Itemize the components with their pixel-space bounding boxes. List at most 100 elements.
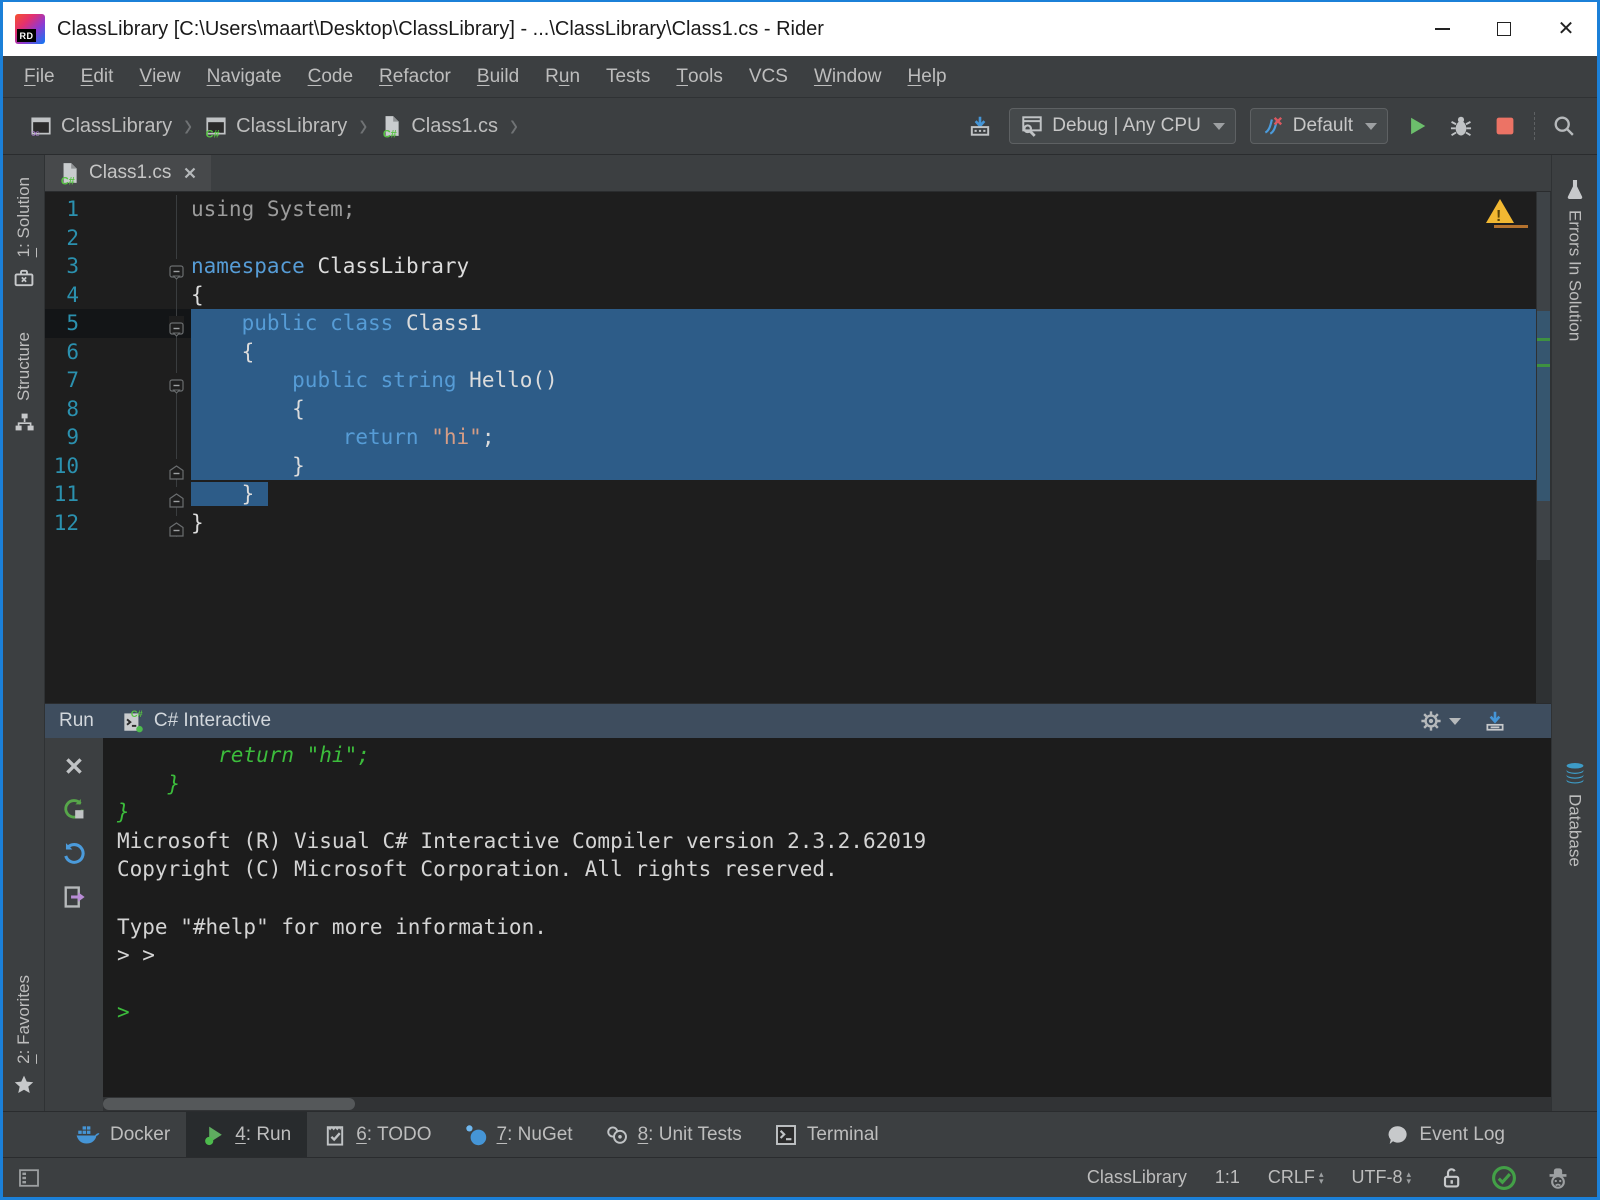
fold-start-icon[interactable] [169, 373, 184, 388]
stop-button[interactable] [1490, 111, 1520, 141]
editor-line: 3namespace ClassLibrary [45, 252, 1536, 281]
status-bar-widgets: ClassLibrary 1:1 CRLF ▴▾ UTF-8 ▴▾ [1087, 1165, 1571, 1191]
breadcrumb-item[interactable]: C#Class1.cs [375, 112, 502, 140]
code-line-text: } [191, 509, 1536, 538]
fold-end-icon[interactable] [169, 459, 184, 474]
console-horizontal-scrollbar[interactable] [45, 1097, 1551, 1111]
updown-icon: ▴▾ [1406, 1171, 1411, 1185]
fold-start-icon[interactable] [169, 316, 184, 331]
editor-line: 8 { [45, 395, 1536, 424]
hide-panel-icon[interactable] [1483, 709, 1507, 733]
breadcrumb-separator: › [178, 106, 198, 145]
editor-line: 6 { [45, 338, 1536, 367]
caret-position-widget[interactable]: 1:1 [1215, 1167, 1240, 1188]
nuget-restore-button[interactable] [965, 111, 995, 141]
settings-gear-icon[interactable] [1419, 709, 1443, 733]
run-button[interactable] [1402, 111, 1432, 141]
menu-file[interactable]: File [11, 56, 68, 97]
toolwindow-button-terminal[interactable]: Terminal [758, 1112, 895, 1157]
toolwindow-button-structure[interactable]: Structure [12, 332, 36, 434]
menu-tests[interactable]: Tests [593, 56, 663, 97]
menu-tools[interactable]: Tools [663, 56, 735, 97]
run-configuration-value: Debug | Any CPU [1052, 115, 1201, 137]
editor-gutter[interactable]: 1 [45, 195, 191, 224]
menu-build[interactable]: Build [464, 56, 532, 97]
code-line-text [191, 224, 1536, 253]
toolwindow-button-6-todo[interactable]: 6: TODO [307, 1112, 447, 1157]
toolwindow-toggle-button[interactable] [17, 1166, 41, 1190]
window-controls: ✕ [1411, 2, 1597, 56]
editor-gutter[interactable]: 10 [45, 452, 191, 481]
encoding-widget[interactable]: UTF-8 ▴▾ [1351, 1167, 1411, 1188]
close-console-icon[interactable] [62, 754, 86, 778]
run-configuration-selector[interactable]: Debug | Any CPU [1009, 108, 1236, 144]
toolwindow-button-docker[interactable]: Docker [59, 1112, 186, 1157]
editor-gutter[interactable]: 12 [45, 509, 191, 538]
run-toolwindow-icon [202, 1123, 226, 1147]
menu-code[interactable]: Code [295, 56, 366, 97]
editor-gutter[interactable]: 2 [45, 224, 191, 253]
inspections-status-icon[interactable] [1491, 1165, 1517, 1191]
breadcrumb-item[interactable]: ∞ClassLibrary [25, 112, 176, 140]
line-ending-widget[interactable]: CRLF ▴▾ [1268, 1167, 1324, 1188]
toolwindow-button-label: Database [1565, 794, 1585, 867]
menu-run[interactable]: Run [532, 56, 593, 97]
close-button[interactable]: ✕ [1535, 2, 1597, 56]
editor-gutter[interactable]: 9 [45, 423, 191, 452]
lock-icon[interactable] [1439, 1166, 1463, 1190]
toolwindow-button-2-favorites[interactable]: 2: Favorites [12, 975, 36, 1097]
breadcrumb: ∞ClassLibrary›C#ClassLibrary›C#Class1.cs… [25, 112, 524, 140]
menu-window[interactable]: Window [801, 56, 895, 97]
settings-layer-selector[interactable]: Default [1250, 108, 1388, 144]
editor-scrollbar-error-stripe[interactable] [1536, 192, 1551, 703]
fold-start-icon[interactable] [169, 259, 184, 274]
fold-end-icon[interactable] [169, 487, 184, 502]
search-everywhere-button[interactable] [1549, 111, 1579, 141]
tab-class1-cs[interactable]: C# Class1.cs [45, 155, 211, 191]
csharp-interactive-tab[interactable]: C# C# Interactive [120, 708, 271, 734]
code-editor[interactable]: 1using System;2 3namespace ClassLibrary4… [45, 192, 1536, 703]
menu-edit[interactable]: Edit [68, 56, 127, 97]
toolwindow-button-1-solution[interactable]: 1: Solution [12, 177, 36, 290]
run-tool-window: Run C# C# Interactive [45, 703, 1551, 1111]
menu-view[interactable]: View [126, 56, 193, 97]
toolwindow-button-errors-in-solution[interactable]: Errors In Solution [1563, 177, 1587, 341]
exit-session-icon[interactable] [61, 884, 87, 910]
menu-navigate[interactable]: Navigate [194, 56, 295, 97]
breadcrumb-item[interactable]: C#ClassLibrary [200, 112, 351, 140]
scrollbar-track[interactable] [103, 1097, 1551, 1111]
editor-gutter[interactable]: 4 [45, 281, 191, 310]
maximize-button[interactable] [1473, 2, 1535, 56]
editor-gutter[interactable]: 3 [45, 252, 191, 281]
editor-gutter[interactable]: 5 [45, 309, 191, 338]
editor-gutter[interactable]: 6 [45, 338, 191, 367]
menu-help[interactable]: Help [895, 56, 960, 97]
bottom-tool-stripe: Docker4: Run6: TODO7: NuGet8: Unit Tests… [3, 1111, 1597, 1157]
minimize-button[interactable] [1411, 2, 1473, 56]
menu-refactor[interactable]: Refactor [366, 56, 464, 97]
line-number: 11 [45, 480, 79, 509]
hector-inspector-icon[interactable] [1545, 1165, 1571, 1191]
editor-gutter[interactable]: 11 [45, 480, 191, 509]
toolwindow-button-8-unit-tests[interactable]: 8: Unit Tests [589, 1112, 758, 1157]
toolwindow-button-4-run[interactable]: 4: Run [186, 1112, 307, 1157]
maximize-icon [1497, 22, 1511, 36]
editor-gutter[interactable]: 7 [45, 366, 191, 395]
inspection-warning-indicator[interactable] [1486, 199, 1514, 223]
fold-end-icon[interactable] [169, 516, 184, 531]
warning-stripe-mark [1494, 225, 1528, 228]
debug-button[interactable] [1446, 111, 1476, 141]
tab-close-icon[interactable] [181, 164, 199, 182]
rerun-icon[interactable] [61, 796, 87, 822]
menu-vcs[interactable]: VCS [736, 56, 801, 97]
reset-repl-icon[interactable] [61, 840, 87, 866]
toolwindow-button-event-log[interactable]: Event Log [1370, 1112, 1521, 1157]
toolwindow-button-database[interactable]: Database [1563, 761, 1587, 867]
editor-gutter[interactable]: 8 [45, 395, 191, 424]
console-line-output: Microsoft (R) Visual C# Interactive Comp… [117, 827, 1551, 856]
rider-logo-icon: RD [15, 14, 45, 44]
toolwindow-button-7-nuget[interactable]: 7: NuGet [448, 1112, 589, 1157]
search-icon [1551, 113, 1577, 139]
scrollbar-thumb[interactable] [103, 1098, 355, 1110]
csharp-interactive-console[interactable]: return "hi"; }}Microsoft (R) Visual C# I… [103, 738, 1551, 1097]
